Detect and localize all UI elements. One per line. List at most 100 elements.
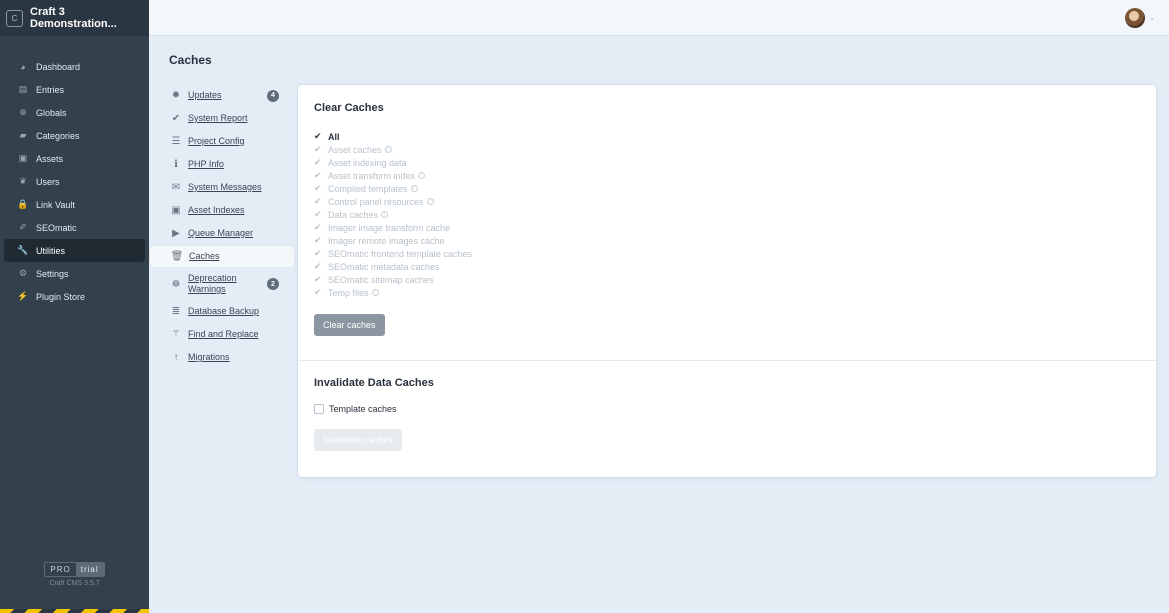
utility-project-config[interactable]: ☰ Project Config (149, 130, 295, 153)
cache-option-label: Asset caches (328, 144, 382, 155)
utility-label-line1: Deprecation (188, 273, 237, 283)
cache-option[interactable]: ✔ Compiled templates i (314, 182, 472, 195)
check-icon: ✔ (314, 235, 322, 245)
cache-option[interactable]: ✔ SEOmatic frontend template caches (314, 247, 472, 260)
utility-asset-indexes[interactable]: ▣ Asset Indexes (149, 199, 295, 222)
nav-item-assets[interactable]: ▣ Assets (4, 147, 145, 170)
image-icon: ▣ (171, 205, 181, 216)
nav-item-label: SEOmatic (36, 222, 77, 233)
nav-item-label: Assets (36, 153, 64, 164)
nav-item-seomatic[interactable]: ✐ SEOmatic (4, 216, 145, 239)
section-divider (298, 360, 1156, 361)
nav-item-users[interactable]: ❦ Users (4, 170, 145, 193)
nav-item-settings[interactable]: ⚙ Settings (4, 262, 145, 285)
info-icon[interactable]: i (371, 289, 379, 296)
content-card: Clear Caches ✔ All ✔ Asset caches i ✔ Asset … (298, 85, 1156, 477)
folder-icon: ▰ (19, 130, 27, 140)
utilities-nav: ✹ Updates 4 ✔ System Report ☰ Project Config ℹ P… (149, 84, 297, 369)
site-logo: C (6, 9, 23, 27)
utility-system-report[interactable]: ✔ System Report (149, 107, 295, 130)
count-badge: 2 (267, 278, 279, 290)
template-caches-checkbox[interactable] (314, 404, 324, 414)
edition-info: PRO trial Craft CMS 3.5.7 (0, 562, 149, 587)
clear-caches-section: Clear Caches ✔ All ✔ Asset caches i ✔ Asset … (314, 102, 472, 336)
utility-php-info[interactable]: ℹ PHP Info (149, 153, 295, 176)
info-icon[interactable]: i (410, 185, 418, 192)
info-icon[interactable]: i (418, 172, 426, 179)
cache-option[interactable]: ✔ SEOmatic sitemap caches (314, 273, 472, 286)
check-icon: ✔ (314, 261, 322, 271)
nav-item-utilities[interactable]: 🔧 Utilities (4, 239, 145, 262)
nav-item-globals[interactable]: ⊕ Globals (4, 101, 145, 124)
template-caches-row[interactable]: Template caches (314, 404, 434, 414)
cache-option[interactable]: ✔ Imager remote images cache (314, 234, 472, 247)
lock-icon: 🔒 (17, 199, 29, 209)
cache-option-label: Compiled templates (328, 183, 408, 194)
cache-option[interactable]: ✔ Data caches i (314, 208, 472, 221)
dashboard-icon: ◕ (20, 61, 26, 72)
cache-option-label: Imager image transform cache (328, 222, 451, 233)
bug-icon: ☸ (171, 278, 181, 290)
utility-label: Migrations (188, 352, 230, 362)
main-nav: ◕ Dashboard ▤ Entries ⊕ Globals ▰ Categories ▣ As… (0, 55, 149, 308)
site-name: Craft 3 Demonstration... (30, 6, 117, 30)
info-icon[interactable]: i (384, 146, 392, 153)
info-icon[interactable]: i (381, 211, 389, 218)
cache-option-label: SEOmatic sitemap caches (328, 274, 434, 285)
check-icon: ✔ (314, 170, 322, 180)
cache-options: ✔ All ✔ Asset caches i ✔ Asset indexing data… (314, 130, 472, 299)
utility-caches[interactable]: 🗑 Caches (149, 245, 295, 268)
utility-database-backup[interactable]: ≣ Database Backup (149, 300, 295, 323)
invalidate-section: Invalidate Data Caches Template caches I… (314, 377, 434, 451)
nav-item-label: Dashboard (36, 61, 81, 72)
all-checkbox[interactable]: ✔ All (314, 130, 472, 143)
utility-label: Caches (189, 251, 220, 261)
utility-migrations[interactable]: ↑ Migrations (149, 346, 295, 369)
nav-item-label: Entries (36, 84, 65, 95)
utility-find-and-replace[interactable]: ⚚ Find and Replace (149, 323, 295, 346)
check-icon: ✔ (314, 131, 322, 141)
chevron-down-icon[interactable]: ⌄ (1149, 14, 1155, 22)
cache-option[interactable]: ✔ SEOmatic metadata caches (314, 260, 472, 273)
invalidate-caches-button[interactable]: Invalidate caches (314, 429, 402, 451)
utility-system-messages[interactable]: ✉ System Messages (149, 176, 295, 199)
nav-item-link-vault[interactable]: 🔒 Link Vault (4, 193, 145, 216)
check-icon: ✔ (314, 183, 322, 193)
cache-option-label: Data caches (328, 209, 379, 220)
cache-option-label: Temp files (328, 287, 369, 298)
utility-updates[interactable]: ✹ Updates 4 (149, 84, 295, 107)
entries-icon: ▤ (18, 84, 28, 94)
cache-option[interactable]: ✔ Imager image transform cache (314, 221, 472, 234)
info-icon[interactable]: i (426, 198, 434, 205)
cache-option[interactable]: ✔ Control panel resources i (314, 195, 472, 208)
cache-option-label: SEOmatic metadata caches (328, 261, 440, 272)
check-icon: ✔ (314, 222, 322, 232)
sidebar: C Craft 3 Demonstration... ◕ Dashboard ▤ En… (0, 0, 149, 613)
user-avatar[interactable] (1125, 8, 1145, 28)
cache-option[interactable]: ✔ Asset caches i (314, 143, 472, 156)
cache-option[interactable]: ✔ Asset indexing data (314, 156, 472, 169)
cache-option[interactable]: ✔ Temp files i (314, 286, 472, 299)
edition-trial: trial (75, 563, 104, 576)
check-icon: ✔ (314, 144, 322, 154)
cache-option-label: Asset indexing data (328, 157, 407, 168)
check-icon: ✔ (314, 196, 322, 206)
nav-item-label: Settings (36, 268, 69, 279)
nav-item-plugin-store[interactable]: ⚡ Plugin Store (4, 285, 145, 308)
nav-item-categories[interactable]: ▰ Categories (4, 124, 145, 147)
nav-item-dashboard[interactable]: ◕ Dashboard (4, 55, 145, 78)
site-header[interactable]: C Craft 3 Demonstration... (0, 0, 149, 36)
nav-item-entries[interactable]: ▤ Entries (4, 78, 145, 101)
burst-icon: ✹ (171, 90, 181, 101)
utility-queue-manager[interactable]: ▶ Queue Manager (149, 222, 295, 245)
craft-version: Craft CMS 3.5.7 (49, 580, 100, 587)
info-icon: ℹ (174, 159, 178, 170)
nav-item-label: Utilities (36, 245, 66, 256)
utility-label: System Report (188, 113, 248, 123)
arrow-up-icon: ↑ (173, 352, 179, 363)
utility-deprecation-warnings[interactable]: ☸ Deprecation Warnings 2 (149, 268, 295, 300)
edition-badge[interactable]: PRO trial (44, 562, 105, 577)
site-name-line1: Craft 3 (30, 6, 65, 18)
clear-caches-button[interactable]: Clear caches (314, 314, 385, 336)
cache-option[interactable]: ✔ Asset transform index i (314, 169, 472, 182)
